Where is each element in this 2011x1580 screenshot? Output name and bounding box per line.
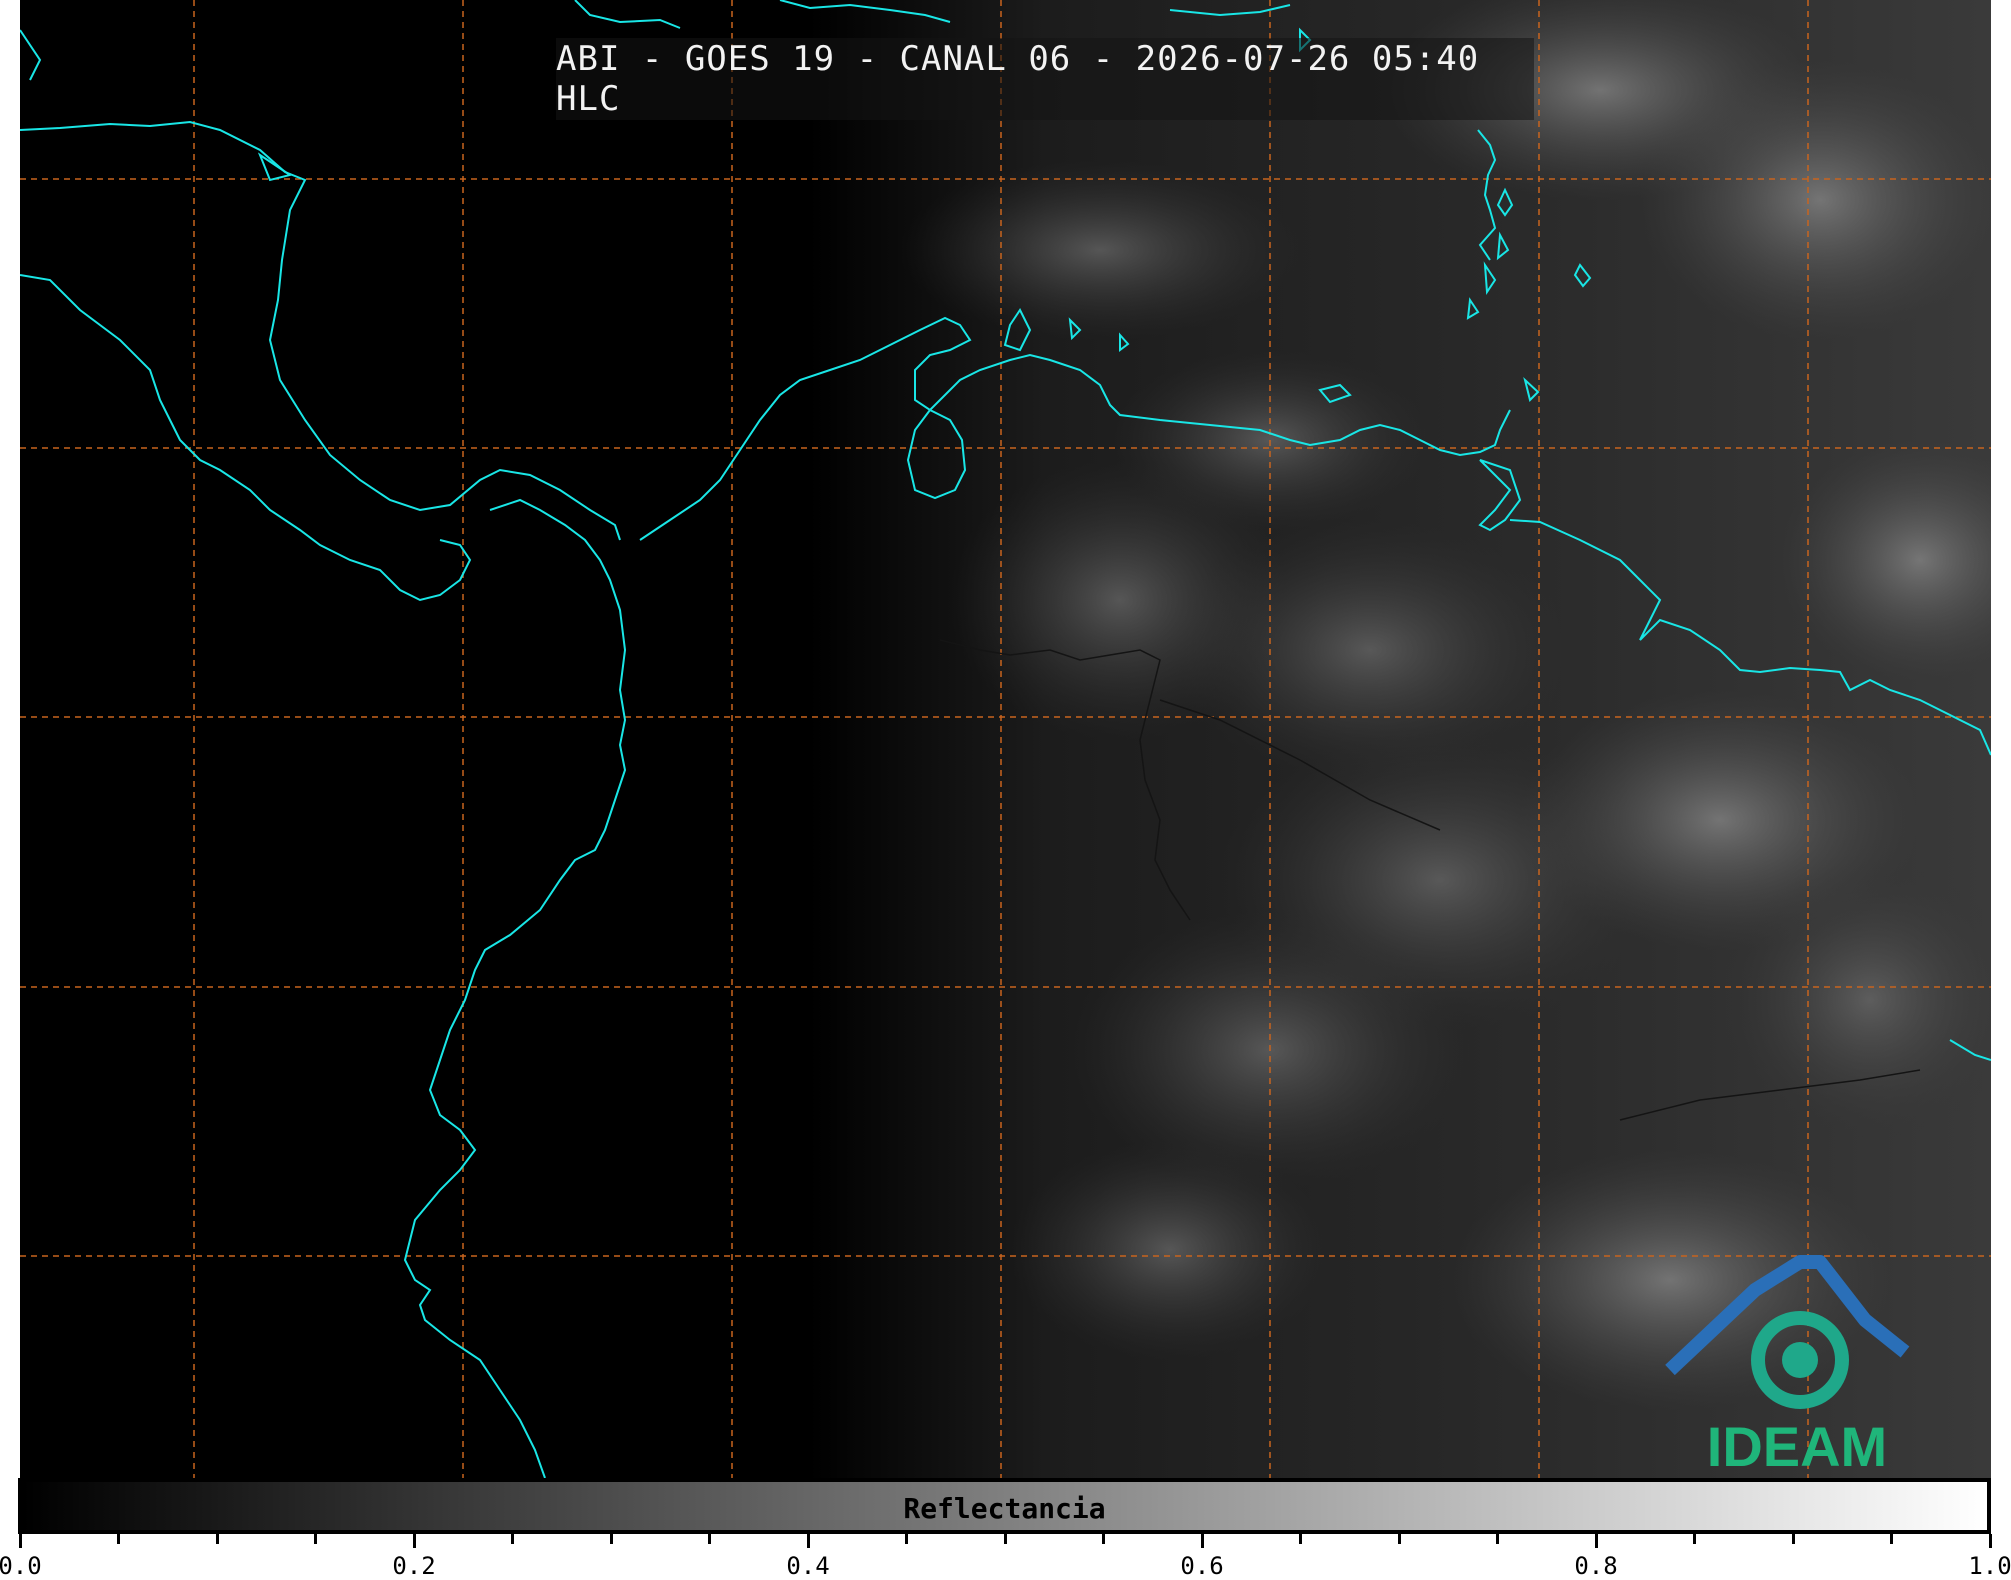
colorbar-minor-tick — [1791, 1534, 1795, 1544]
colorbar-minor-tick — [215, 1534, 219, 1544]
colorbar-minor-tick — [905, 1534, 908, 1544]
colorbar-minor-tick — [117, 1534, 120, 1544]
colorbar-minor-tick — [511, 1534, 514, 1544]
map-title: ABI - GOES 19 - CANAL 06 - 2026-07-26 05… — [556, 38, 1534, 120]
colorbar-major-tick — [1594, 1534, 1598, 1548]
colorbar: Reflectancia — [18, 1478, 1991, 1534]
colorbar-minor-tick — [1397, 1534, 1401, 1544]
colorbar-minor-tick — [314, 1534, 317, 1544]
colorbar-major-tick — [18, 1534, 22, 1548]
colorbar-tick-label: 1.0 — [1968, 1552, 2011, 1580]
colorbar-minor-tick — [1496, 1534, 1499, 1544]
colorbar-tick-label: 0.2 — [392, 1552, 436, 1580]
colorbar-tick-label: 0.6 — [1180, 1552, 1224, 1580]
logo-text: IDEAM — [1707, 1415, 1887, 1478]
colorbar-tick-label: 0.0 — [0, 1552, 42, 1580]
colorbar-label: Reflectancia — [903, 1492, 1106, 1525]
colorbar-minor-tick — [1102, 1534, 1105, 1544]
colorbar-tick-label: 0.8 — [1574, 1552, 1618, 1580]
map-canvas: IDEAM — [20, 0, 1991, 1478]
colorbar-minor-tick — [1299, 1534, 1302, 1544]
satellite-map: IDEAM ABI - GOES 19 - CANAL 06 - 2026-07… — [20, 0, 1991, 1478]
colorbar-major-tick — [1988, 1534, 1992, 1548]
colorbar-minor-tick — [1693, 1534, 1696, 1544]
colorbar-minor-tick — [609, 1534, 613, 1544]
colorbar-major-tick — [1200, 1534, 1204, 1548]
colorbar-minor-tick — [1890, 1534, 1893, 1544]
colorbar-major-tick — [412, 1534, 416, 1548]
colorbar-minor-tick — [708, 1534, 711, 1544]
colorbar-major-tick — [806, 1534, 810, 1548]
colorbar-minor-tick — [1003, 1534, 1007, 1544]
colorbar-tick-label: 0.4 — [786, 1552, 830, 1580]
